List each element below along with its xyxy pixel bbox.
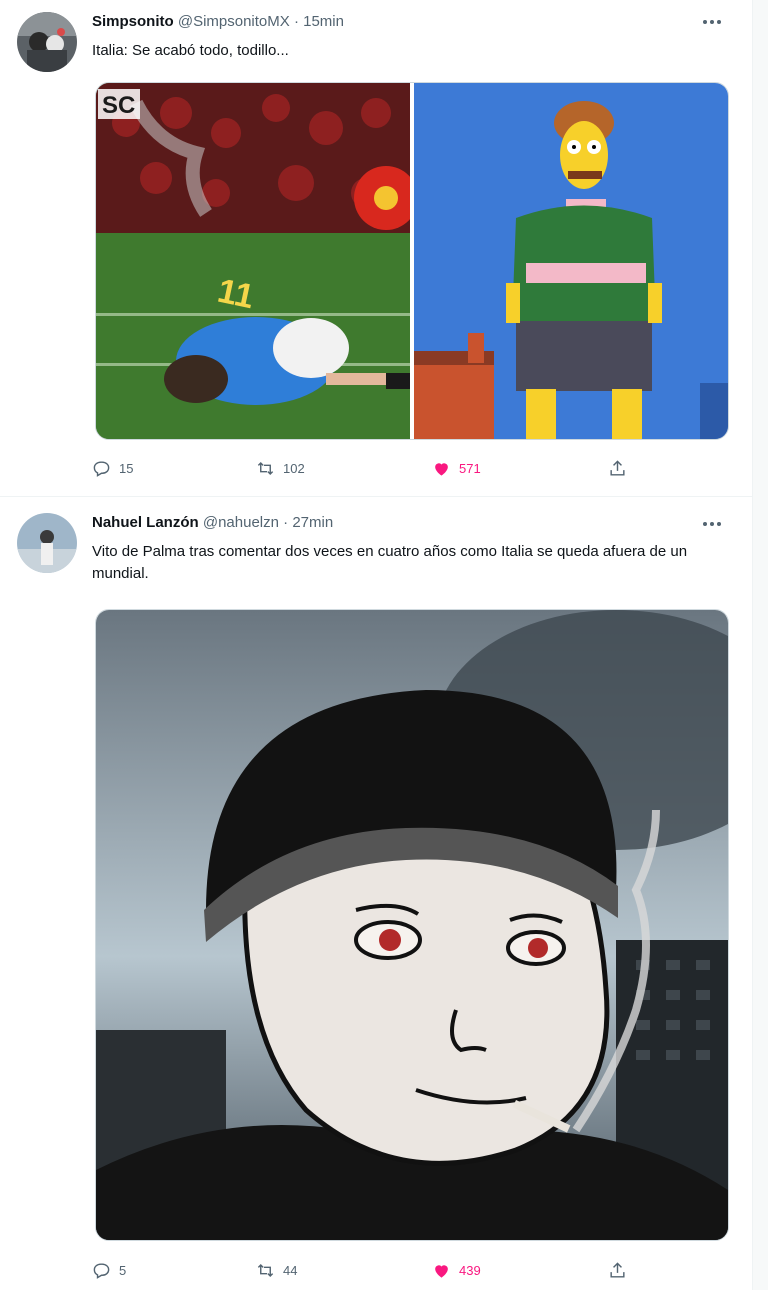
like-button[interactable]: 571 <box>432 456 481 480</box>
reply-icon <box>93 1262 110 1279</box>
retweet-icon <box>257 461 274 475</box>
tweet-media[interactable]: 11 SC <box>95 82 729 440</box>
reply-count: 5 <box>119 1262 127 1278</box>
retweet-button[interactable]: 102 <box>256 456 305 480</box>
retweet-icon <box>257 1263 274 1277</box>
share-button[interactable] <box>608 456 627 480</box>
tweet-header: Simpsonito @SimpsonitoMX · 15min <box>92 13 344 30</box>
timestamp[interactable]: 15min <box>303 13 344 30</box>
avatar[interactable] <box>17 513 77 573</box>
retweet-count: 102 <box>283 460 305 476</box>
tweet-text: Italia: Se acabó todo, todillo... <box>92 42 289 59</box>
share-icon <box>610 1261 625 1278</box>
share-button[interactable] <box>608 1258 627 1282</box>
reply-count: 15 <box>119 460 134 476</box>
heart-icon <box>435 462 448 476</box>
tweet-actions: 15 102 571 <box>92 456 652 480</box>
like-count: 571 <box>459 460 481 476</box>
retweet-button[interactable]: 44 <box>256 1258 297 1282</box>
separator: · <box>293 13 299 30</box>
timeline: Simpsonito @SimpsonitoMX · 15min Italia:… <box>0 0 752 1290</box>
avatar[interactable] <box>17 12 77 72</box>
media-image <box>96 610 728 1240</box>
more-icon[interactable] <box>700 516 724 532</box>
tweet-header: Nahuel Lanzón @nahuelzn · 27min <box>92 514 333 531</box>
author-handle[interactable]: @nahuelzn <box>203 514 279 531</box>
tweet-actions: 5 44 439 <box>92 1258 652 1282</box>
reply-icon <box>93 460 110 477</box>
tweet[interactable]: Nahuel Lanzón @nahuelzn · 27min Vito de … <box>0 497 752 1290</box>
tweet[interactable]: Simpsonito @SimpsonitoMX · 15min Italia:… <box>0 0 752 497</box>
tweet-media[interactable] <box>95 609 729 1241</box>
author-handle[interactable]: @SimpsonitoMX <box>178 13 290 30</box>
like-button[interactable]: 439 <box>432 1258 481 1282</box>
media-image: 11 SC <box>96 83 728 439</box>
reply-button[interactable]: 5 <box>92 1258 126 1282</box>
author-name[interactable]: Nahuel Lanzón <box>92 514 199 531</box>
like-count: 439 <box>459 1262 481 1278</box>
timestamp[interactable]: 27min <box>292 514 333 531</box>
heart-icon <box>435 1264 448 1278</box>
scroll-gutter <box>752 0 768 1290</box>
retweet-count: 44 <box>283 1262 298 1278</box>
more-icon[interactable] <box>700 14 724 30</box>
separator: · <box>283 514 289 531</box>
tweet-text: Vito de Palma tras comentar dos veces en… <box>92 543 688 582</box>
broadcast-logo: SC <box>102 92 135 119</box>
share-icon <box>610 459 625 476</box>
author-name[interactable]: Simpsonito <box>92 13 174 30</box>
reply-button[interactable]: 15 <box>92 456 133 480</box>
